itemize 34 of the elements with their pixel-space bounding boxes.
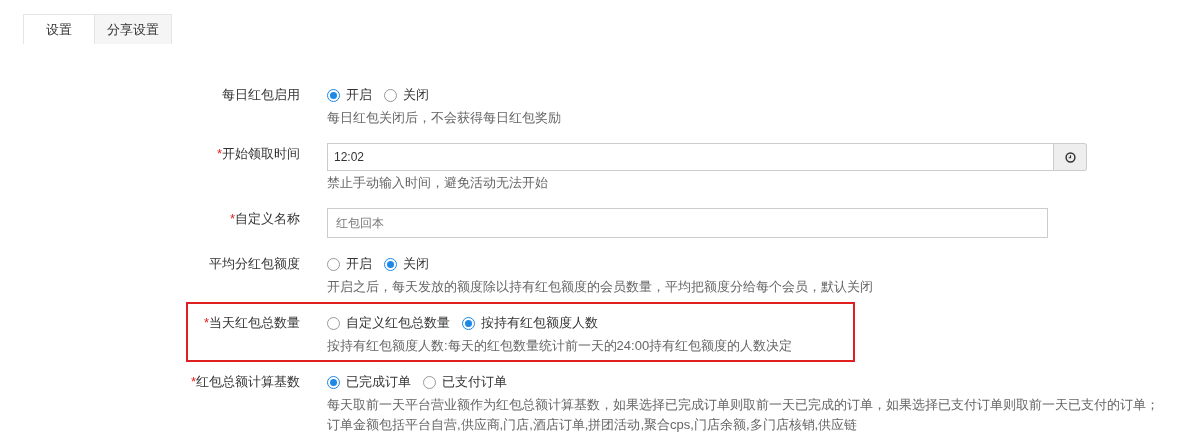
radio-button[interactable] xyxy=(384,257,397,271)
hint-text: 禁止手动输入时间，避免活动无法开始 xyxy=(327,174,549,192)
tab[interactable]: 分享设置 xyxy=(94,14,172,44)
hint-text: 开启之后，每天发放的额度除以持有红包额度的会员数量，平均把额度分给每个会员，默认关闭 xyxy=(327,278,873,296)
hint-text: 按持有红包额度人数:每天的红包数量统计前一天的24:00持有红包额度的人数决定 xyxy=(327,337,793,355)
hint-text: 每天取前一天平台营业额作为红包总额计算基数，如果选择已完成订单则取前一天已完成的订单，如果选择已支付订单则取前一天已支付的订单； xyxy=(327,396,1159,414)
radio-label[interactable]: 关闭 xyxy=(403,86,429,104)
field-label: 平均分红包额度 xyxy=(208,255,300,273)
radio-button[interactable] xyxy=(327,257,340,271)
radio-button[interactable] xyxy=(327,316,340,330)
radio-button[interactable] xyxy=(423,375,436,389)
field-label: *开始领取时间 xyxy=(215,145,300,163)
name-field[interactable]: 红包回本 xyxy=(327,208,1048,238)
field-label: *自定义名称 xyxy=(228,210,300,228)
radio-button[interactable] xyxy=(327,375,340,389)
radio-label[interactable]: 关闭 xyxy=(403,255,429,273)
clock-button[interactable] xyxy=(1054,143,1087,171)
field-label: *当天红包总数量 xyxy=(202,314,300,332)
hint-text: 每日红包关闭后，不会获得每日红包奖励 xyxy=(327,109,561,127)
radio-label[interactable]: 自定义红包总数量 xyxy=(346,314,450,332)
time-field[interactable]: 12:02 xyxy=(327,143,1054,171)
radio-button[interactable] xyxy=(327,88,340,102)
field-label: *红包总额计算基数 xyxy=(189,373,300,391)
radio-label[interactable]: 已支付订单 xyxy=(442,373,507,391)
field-label: 每日红包启用 xyxy=(221,86,300,104)
radio-label[interactable]: 按持有红包额度人数 xyxy=(481,314,598,332)
hint-text: 订单金额包括平台自营,供应商,门店,酒店订单,拼团活动,聚合cps,门店余额,多门店核销,供应链 xyxy=(327,416,859,434)
radio-label[interactable]: 开启 xyxy=(346,255,372,273)
radio-button[interactable] xyxy=(462,316,475,330)
tab[interactable]: 设置 xyxy=(23,14,94,44)
radio-button[interactable] xyxy=(384,88,397,102)
clock-icon xyxy=(1064,151,1076,163)
radio-label[interactable]: 已完成订单 xyxy=(346,373,411,391)
radio-label[interactable]: 开启 xyxy=(346,86,372,104)
